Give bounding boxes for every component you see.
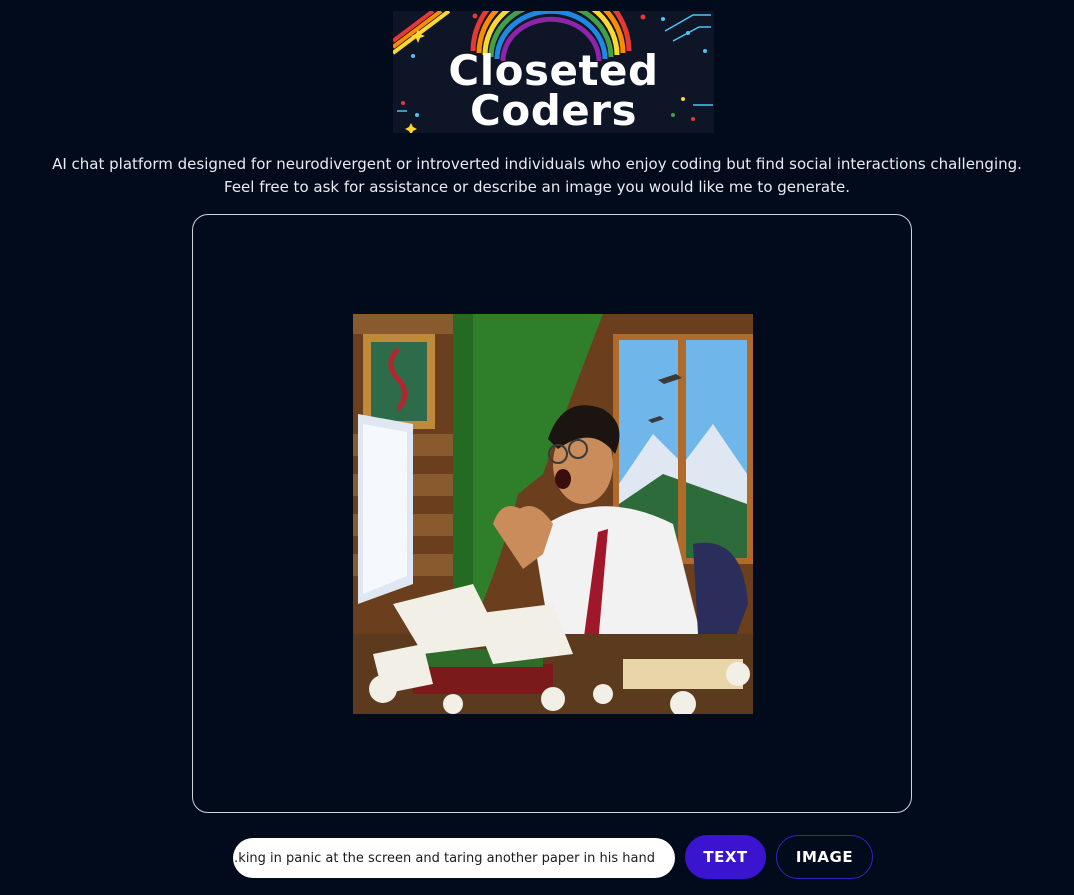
app-logo: Closeted Coders	[393, 11, 714, 133]
prompt-input-value: …king in panic at the screen and taring …	[233, 850, 655, 866]
image-button[interactable]: IMAGE	[776, 835, 873, 879]
generated-image	[353, 314, 753, 714]
app-description-line2: Feel free to ask for assistance or descr…	[224, 178, 850, 196]
prompt-input[interactable]: …king in panic at the screen and taring …	[233, 838, 675, 878]
app-description-line1: AI chat platform designed for neurodiver…	[52, 155, 1022, 173]
logo-decorations	[397, 97, 713, 133]
text-button[interactable]: TEXT	[685, 835, 766, 879]
